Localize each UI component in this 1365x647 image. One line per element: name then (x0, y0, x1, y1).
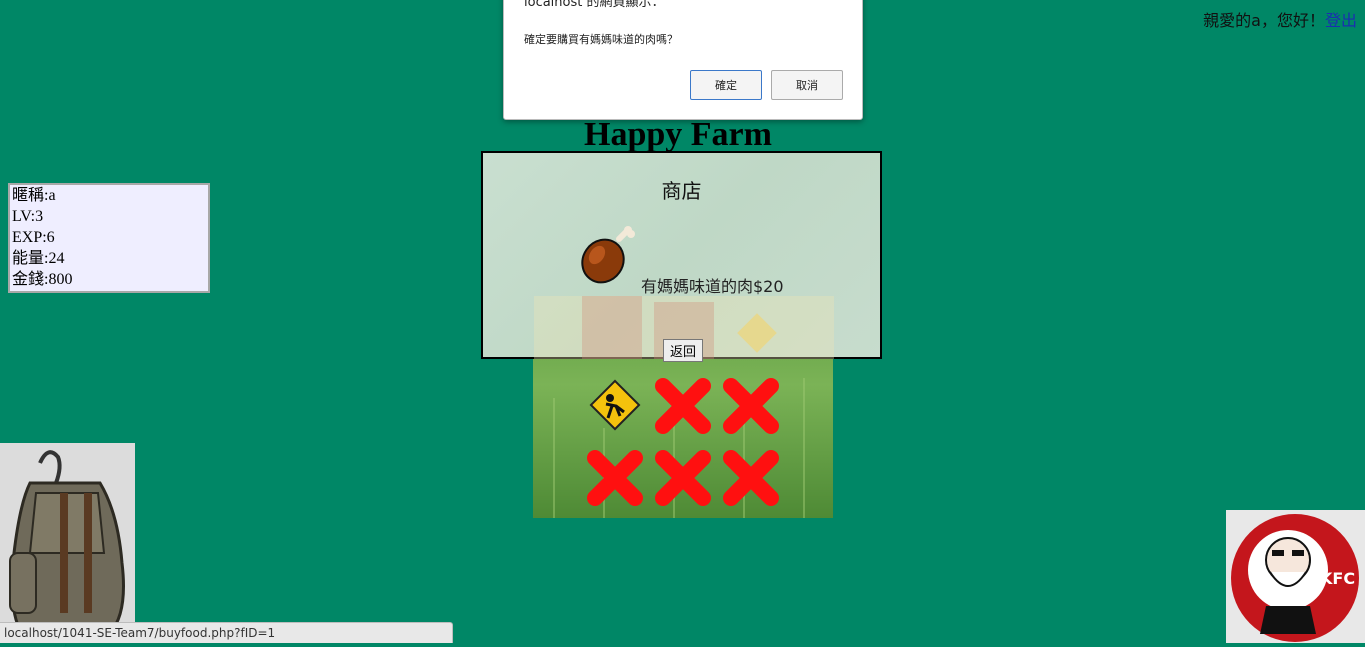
greeting-text: 親愛的a，您好！ (1203, 11, 1325, 30)
browser-status-bar: localhost/1041-SE-Team7/buyfood.php?fID=… (0, 622, 453, 643)
cross-icon[interactable] (653, 376, 713, 436)
ok-button[interactable]: 確定 (690, 70, 762, 100)
back-button[interactable]: 返回 (663, 339, 704, 362)
dialog-message: 確定要購買有媽媽味道的肉嗎？ (524, 33, 678, 46)
shop-panel: 商店 有媽媽味道的肉$20 返回 (481, 151, 882, 362)
construction-sign-icon (737, 313, 777, 353)
page-title: Happy Farm (584, 116, 772, 153)
stat-exp: EXP:6 (12, 229, 55, 246)
cross-icon[interactable] (585, 448, 645, 508)
kfc-logo-icon[interactable]: KFC (1226, 510, 1365, 643)
shop-title: 商店 (661, 179, 702, 203)
logout-link[interactable]: 登出 (1325, 11, 1357, 30)
stat-energy: 能量:24 (12, 250, 65, 267)
stat-nickname: 暱稱:a (12, 187, 56, 204)
player-stats-panel: 暱稱:a LV:3 EXP:6 能量:24 金錢:800 (8, 183, 210, 293)
cross-icon[interactable] (653, 448, 713, 508)
dialog-title: localhost 的網頁顯示： (524, 0, 665, 10)
cancel-button[interactable]: 取消 (771, 70, 843, 100)
shop-item-label[interactable]: 有媽媽味道的肉$20 (641, 273, 784, 297)
stat-money: 金錢:800 (12, 271, 73, 288)
cross-icon[interactable] (721, 448, 781, 508)
stat-level: LV:3 (12, 208, 44, 225)
svg-text:KFC: KFC (1320, 569, 1355, 588)
cross-icon[interactable] (721, 376, 781, 436)
backpack-icon[interactable] (0, 443, 135, 643)
construction-sign-icon[interactable] (586, 376, 646, 436)
meat-drumstick-icon[interactable] (579, 225, 637, 285)
greeting: 親愛的a，您好！登出 (1203, 7, 1357, 31)
confirm-dialog: localhost 的網頁顯示： 確定要購買有媽媽味道的肉嗎？ 確定 取消 (503, 0, 863, 120)
